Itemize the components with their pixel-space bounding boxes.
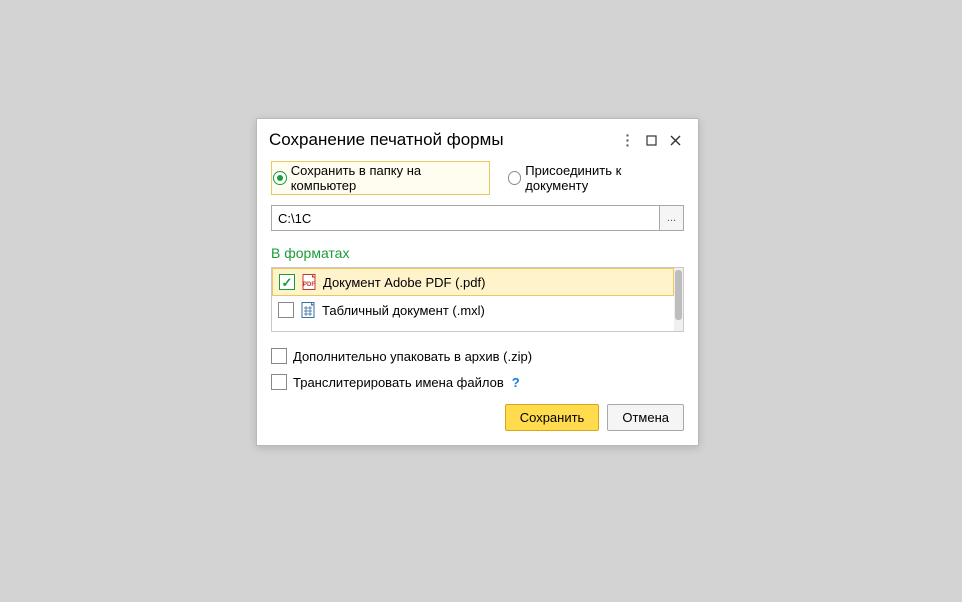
formats-list: PDF Документ Adobe PDF (.pdf) Табличный … (272, 268, 674, 331)
option-label: Транслитерировать имена файлов (293, 375, 504, 390)
formats-scrollbar[interactable] (674, 268, 683, 331)
option-transliterate[interactable]: Транслитерировать имена файлов ? (271, 374, 684, 390)
pdf-icon: PDF (301, 274, 317, 290)
format-row-mxl[interactable]: Табличный документ (.mxl) (272, 296, 674, 324)
checkbox-icon[interactable] (271, 348, 287, 364)
formats-label: В форматах (271, 245, 684, 261)
dialog-title: Сохранение печатной формы (269, 130, 614, 150)
option-zip[interactable]: Дополнительно упаковать в архив (.zip) (271, 348, 684, 364)
radio-attach-to-document[interactable]: Присоединить к документу (508, 163, 684, 193)
radio-label: Присоединить к документу (525, 163, 684, 193)
save-print-form-dialog: Сохранение печатной формы Сохранить в па… (256, 118, 699, 446)
help-icon[interactable]: ? (512, 375, 520, 390)
titlebar: Сохранение печатной формы (257, 119, 698, 157)
path-input[interactable] (271, 205, 660, 231)
checkbox-icon[interactable] (278, 302, 294, 318)
option-label: Дополнительно упаковать в архив (.zip) (293, 349, 532, 364)
browse-button[interactable]: ... (660, 205, 684, 231)
close-button[interactable] (664, 129, 686, 151)
radio-icon (508, 171, 522, 185)
dialog-content: Сохранить в папку на компьютер Присоедин… (257, 157, 698, 445)
svg-text:PDF: PDF (303, 282, 315, 288)
checkbox-icon[interactable] (271, 374, 287, 390)
destination-radio-group: Сохранить в папку на компьютер Присоедин… (271, 161, 684, 195)
checkbox-icon[interactable] (279, 274, 295, 290)
radio-icon (273, 171, 287, 185)
format-label: Табличный документ (.mxl) (322, 303, 485, 318)
cancel-button[interactable]: Отмена (607, 404, 684, 431)
mxl-icon (300, 302, 316, 318)
more-menu-button[interactable] (616, 129, 638, 151)
maximize-button[interactable] (640, 129, 662, 151)
formats-list-box: PDF Документ Adobe PDF (.pdf) Табличный … (271, 267, 684, 332)
scrollbar-thumb[interactable] (675, 270, 682, 320)
radio-label: Сохранить в папку на компьютер (291, 163, 486, 193)
radio-save-to-folder[interactable]: Сохранить в папку на компьютер (271, 161, 490, 195)
path-row: ... (271, 205, 684, 231)
format-row-pdf[interactable]: PDF Документ Adobe PDF (.pdf) (272, 268, 674, 296)
button-row: Сохранить Отмена (271, 404, 684, 431)
format-label: Документ Adobe PDF (.pdf) (323, 275, 485, 290)
save-button[interactable]: Сохранить (505, 404, 600, 431)
